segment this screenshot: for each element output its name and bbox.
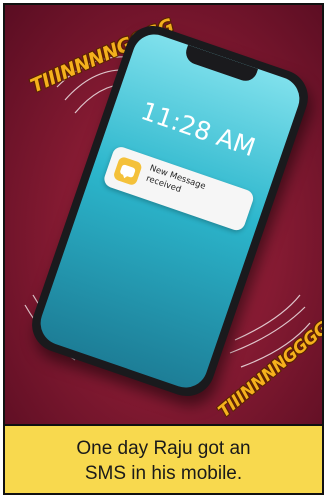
comic-panel: TIIINNNNGGGG 11:28 AM New Message receiv… bbox=[3, 3, 324, 495]
notification-text: New Message received bbox=[144, 163, 248, 217]
caption-box: One day Raju got an SMS in his mobile. bbox=[5, 424, 322, 493]
caption: One day Raju got an SMS in his mobile. bbox=[76, 436, 250, 486]
caption-line-2: SMS in his mobile. bbox=[84, 462, 243, 484]
message-bubble-icon bbox=[112, 155, 143, 187]
comic-scene: TIIINNNNGGGG 11:28 AM New Message receiv… bbox=[5, 5, 322, 424]
caption-line-1: One day Raju got an bbox=[76, 437, 251, 459]
sms-notification[interactable]: New Message received bbox=[101, 144, 256, 233]
